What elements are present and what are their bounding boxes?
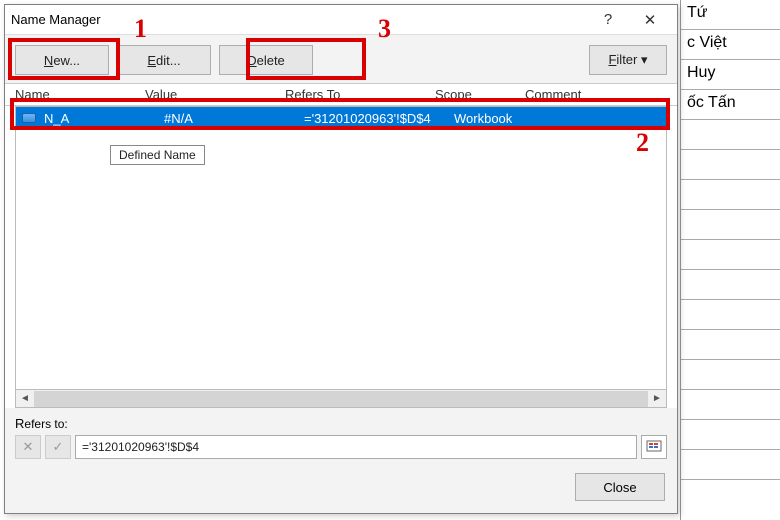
bg-cell[interactable] bbox=[681, 300, 780, 330]
help-button[interactable]: ? bbox=[587, 6, 629, 34]
list-header: Name Value Refers To Scope Comment bbox=[5, 84, 677, 106]
bg-cell[interactable] bbox=[681, 240, 780, 270]
bg-cell[interactable] bbox=[681, 420, 780, 450]
scroll-thumb[interactable] bbox=[34, 391, 648, 407]
delete-button[interactable]: Delete bbox=[219, 45, 313, 75]
edit-button[interactable]: Edit... bbox=[117, 45, 211, 75]
scroll-track[interactable] bbox=[34, 391, 648, 407]
name-list[interactable]: N_A #N/A ='31201020963'!$D$4 Workbook De… bbox=[15, 106, 667, 390]
refers-accept-button[interactable]: ✓ bbox=[45, 435, 71, 459]
bg-cell[interactable]: Huy bbox=[681, 60, 780, 90]
cell-name: N_A bbox=[40, 111, 160, 126]
collapse-icon bbox=[646, 440, 662, 454]
chevron-down-icon: ▾ bbox=[641, 52, 648, 67]
titlebar[interactable]: Name Manager ? ✕ bbox=[5, 5, 677, 35]
refers-to-label: Refers to: bbox=[15, 416, 667, 431]
col-header-name[interactable]: Name bbox=[11, 84, 141, 105]
cell-refers: ='31201020963'!$D$4 bbox=[300, 111, 450, 126]
scroll-left-button[interactable]: ◄ bbox=[16, 391, 34, 407]
refers-to-input[interactable] bbox=[75, 435, 637, 459]
dialog-title: Name Manager bbox=[11, 12, 587, 27]
defined-name-icon bbox=[22, 113, 36, 123]
dialog-footer: Close bbox=[5, 465, 677, 513]
close-button[interactable]: Close bbox=[575, 473, 665, 501]
bg-cell[interactable] bbox=[681, 390, 780, 420]
collapse-dialog-button[interactable] bbox=[641, 435, 667, 459]
name-manager-dialog: Name Manager ? ✕ New... Edit... Delete F… bbox=[4, 4, 678, 514]
bg-cell[interactable]: Tứ bbox=[681, 0, 780, 30]
bg-cell[interactable] bbox=[681, 330, 780, 360]
cell-value: #N/A bbox=[160, 111, 300, 126]
scroll-right-button[interactable]: ► bbox=[648, 391, 666, 407]
background-spreadsheet: Tứ c Việt Huy ốc Tấn bbox=[680, 0, 780, 520]
tooltip-defined-name: Defined Name bbox=[110, 145, 205, 165]
bg-cell[interactable] bbox=[681, 150, 780, 180]
horizontal-scrollbar[interactable]: ◄ ► bbox=[15, 390, 667, 408]
refers-to-section: Refers to: ✕ ✓ bbox=[5, 408, 677, 465]
bg-cell[interactable] bbox=[681, 270, 780, 300]
col-header-refers[interactable]: Refers To bbox=[281, 84, 431, 105]
toolbar: New... Edit... Delete Filter ▾ bbox=[5, 35, 677, 84]
col-header-value[interactable]: Value bbox=[141, 84, 281, 105]
refers-cancel-button[interactable]: ✕ bbox=[15, 435, 41, 459]
bg-cell[interactable] bbox=[681, 360, 780, 390]
window-close-button[interactable]: ✕ bbox=[629, 6, 671, 34]
bg-cell[interactable] bbox=[681, 180, 780, 210]
bg-cell[interactable]: c Việt bbox=[681, 30, 780, 60]
bg-cell[interactable] bbox=[681, 450, 780, 480]
cell-scope: Workbook bbox=[450, 111, 540, 126]
filter-button[interactable]: Filter ▾ bbox=[589, 45, 667, 75]
bg-cell[interactable]: ốc Tấn bbox=[681, 90, 780, 120]
bg-cell[interactable] bbox=[681, 210, 780, 240]
bg-cell[interactable] bbox=[681, 120, 780, 150]
table-row[interactable]: N_A #N/A ='31201020963'!$D$4 Workbook bbox=[16, 107, 666, 129]
col-header-scope[interactable]: Scope bbox=[431, 84, 521, 105]
col-header-comment[interactable]: Comment bbox=[521, 84, 671, 105]
new-button[interactable]: New... bbox=[15, 45, 109, 75]
